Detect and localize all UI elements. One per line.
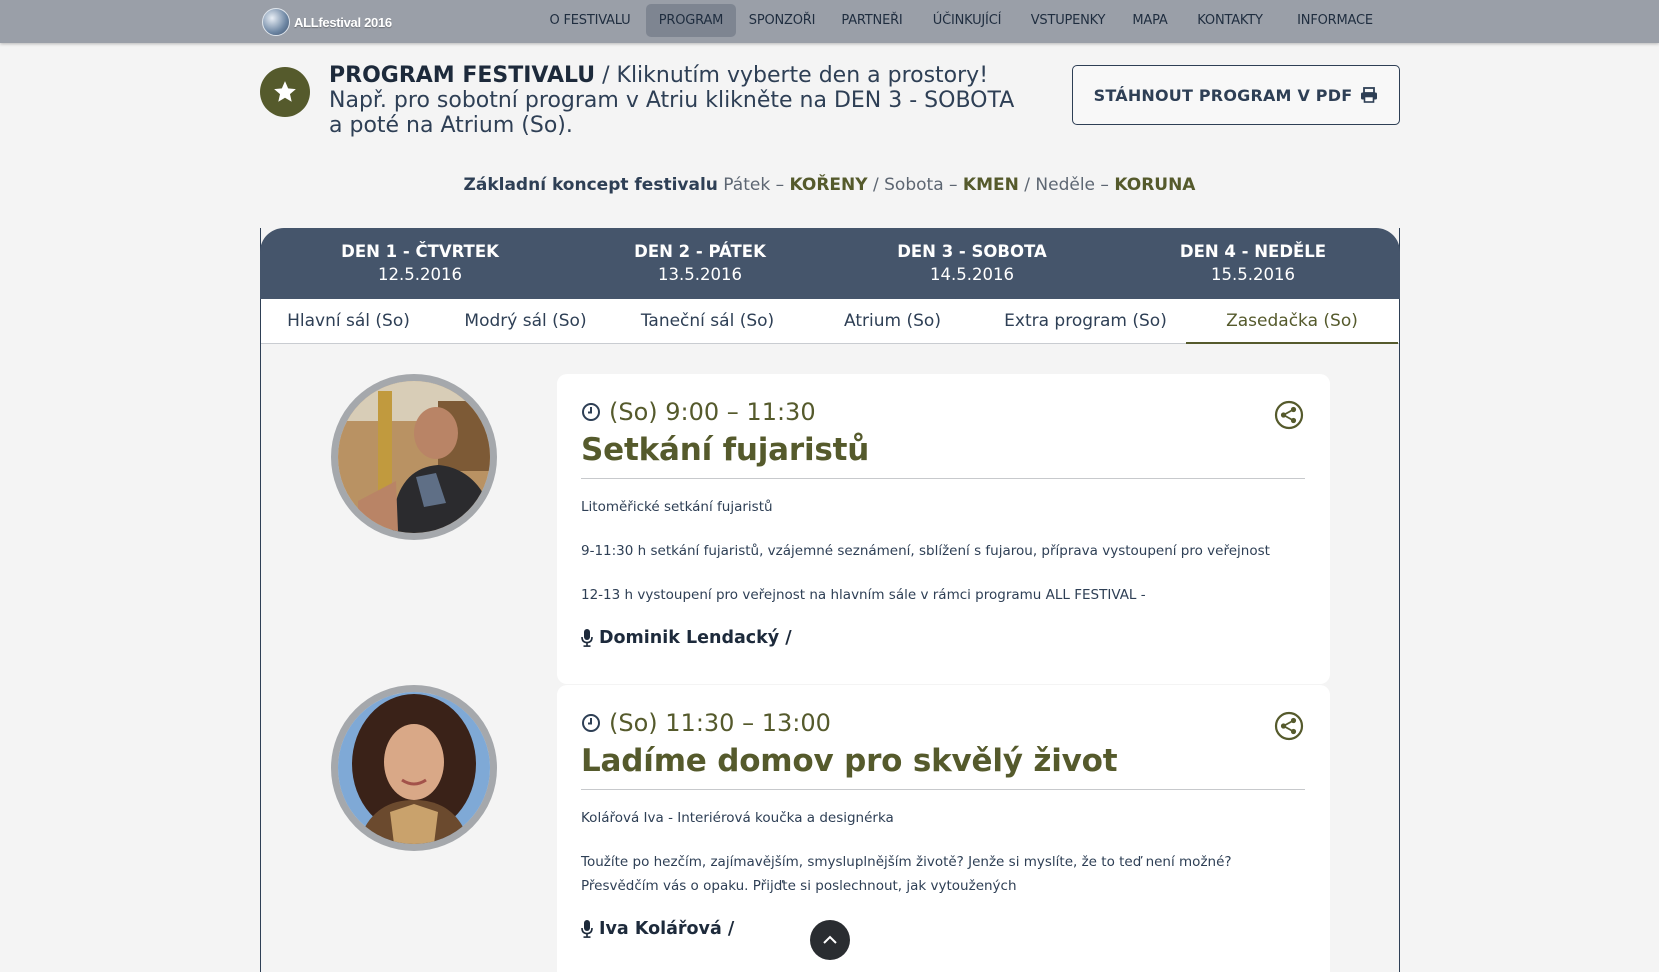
header-subtitle-1: Kliknutím vyberte den a prostory!: [616, 63, 989, 88]
event-description: 12-13 h vystoupení pro veřejnost na hlav…: [581, 587, 1146, 603]
event-time-text: (So) 11:30 – 13:00: [609, 709, 831, 737]
page-header: PROGRAM FESTIVALU / Kliknutím vyberte de…: [329, 63, 1029, 138]
tab-day-3[interactable]: DEN 3 - SOBOTA 14.5.2016: [852, 240, 1092, 286]
event-speaker-name: Iva Kolářová /: [599, 919, 735, 939]
tab-room-tanecni-sal[interactable]: Taneční sál (So): [615, 299, 800, 344]
tab-day-2[interactable]: DEN 2 - PÁTEK 13.5.2016: [580, 240, 820, 286]
divider: [581, 789, 1305, 790]
event-speaker[interactable]: Iva Kolářová /: [581, 919, 734, 939]
nav-item-program[interactable]: PROGRAM: [646, 4, 736, 37]
speaker-avatar: [331, 374, 497, 540]
speaker-photo: [338, 381, 490, 533]
star-badge: [260, 67, 310, 117]
header-line-1: PROGRAM FESTIVALU / Kliknutím vyberte de…: [329, 63, 1029, 88]
concept-dash-1: –: [770, 175, 790, 195]
printer-icon: [1361, 87, 1378, 103]
concept-dash-2: –: [943, 175, 963, 195]
nav-item-o-festivalu[interactable]: O FESTIVALU: [542, 7, 638, 40]
event-description: Toužíte po hezčím, zajímavějším, smyslup…: [581, 854, 1232, 870]
event-description: Kolářová Iva - Interiérová koučka a desi…: [581, 810, 894, 826]
event-time: (So) 11:30 – 13:00: [581, 709, 831, 737]
microphone-icon: [581, 629, 593, 647]
scroll-top-button[interactable]: [810, 920, 850, 960]
day-4-name: DEN 4 - NEDĚLE: [1179, 242, 1327, 261]
room-tabs: Hlavní sál (So) Modrý sál (So) Taneční s…: [261, 299, 1399, 344]
nav-item-kontakty[interactable]: KONTAKTY: [1188, 7, 1272, 40]
tab-day-4[interactable]: DEN 4 - NEDĚLE 15.5.2016: [1133, 240, 1373, 286]
share-icon[interactable]: [1274, 711, 1304, 741]
concept-lead: Základní koncept festivalu: [463, 175, 718, 195]
tab-room-hlavni-sal[interactable]: Hlavní sál (So): [261, 299, 436, 344]
speaker-photo: [338, 692, 490, 844]
star-icon: [274, 81, 296, 102]
event-title: Ladíme domov pro skvělý život: [581, 743, 1118, 779]
day-1-date: 12.5.2016: [378, 265, 462, 284]
nav-item-informace[interactable]: INFORMACE: [1288, 7, 1382, 40]
concept-day-2: Sobota: [884, 175, 944, 195]
tab-day-1[interactable]: DEN 1 - ČTVRTEK 12.5.2016: [300, 240, 540, 286]
tab-room-zasedacka[interactable]: Zasedačka (So): [1186, 299, 1398, 344]
concept-slash-2: /: [1018, 175, 1036, 195]
concept-day-1: Pátek: [723, 175, 771, 195]
header-separator: /: [595, 63, 617, 88]
nav-item-mapa[interactable]: MAPA: [1128, 7, 1172, 40]
share-icon[interactable]: [1274, 400, 1304, 430]
day-4-date: 15.5.2016: [1211, 265, 1295, 284]
page-title: PROGRAM FESTIVALU: [329, 63, 596, 88]
day-2-name: DEN 2 - PÁTEK: [634, 242, 766, 261]
tab-room-modry-sal[interactable]: Modrý sál (So): [436, 299, 615, 344]
nav-item-vstupenky[interactable]: VSTUPENKY: [1024, 7, 1112, 40]
concept-root-2: KMEN: [962, 175, 1019, 195]
day-tabs: DEN 1 - ČTVRTEK 12.5.2016 DEN 2 - PÁTEK …: [260, 228, 1400, 299]
clock-icon: [582, 403, 600, 421]
tab-room-extra-program[interactable]: Extra program (So): [985, 299, 1186, 344]
event-card: (So) 9:00 – 11:30 Setkání fujaristů Lito…: [557, 374, 1330, 684]
concept-slash-1: /: [867, 175, 885, 195]
event-speaker-name: Dominik Lendacký /: [599, 628, 792, 648]
concept-day-3: Neděle: [1035, 175, 1096, 195]
festival-logo[interactable]: ALLfestival 2016: [262, 8, 392, 36]
event-description: Litoměřické setkání fujaristů: [581, 499, 773, 515]
concept-root-1: KOŘENY: [789, 175, 868, 195]
header-subtitle-2: Např. pro sobotní program v Atriu klikně…: [329, 88, 1015, 113]
download-pdf-button[interactable]: STÁHNOUT PROGRAM V PDF: [1072, 65, 1400, 125]
tab-room-atrium[interactable]: Atrium (So): [800, 299, 985, 344]
concept-root-3: KORUNA: [1114, 175, 1196, 195]
globe-icon: [262, 8, 290, 36]
microphone-icon: [581, 920, 593, 938]
nav-item-ucinkujici[interactable]: ÚČINKUJÍCÍ: [926, 7, 1008, 40]
chevron-up-icon: [823, 935, 837, 944]
event-title: Setkání fujaristů: [581, 432, 870, 468]
event-time-text: (So) 9:00 – 11:30: [609, 398, 816, 426]
clock-icon: [582, 714, 600, 732]
day-1-name: DEN 1 - ČTVRTEK: [341, 242, 499, 261]
event-time: (So) 9:00 – 11:30: [581, 398, 816, 426]
nav-item-sponzori[interactable]: SPONZOŘI: [746, 7, 818, 40]
logo-text: ALLfestival 2016: [294, 14, 392, 30]
event-description: Přesvědčím vás o opaku. Přijďte si posle…: [581, 878, 1017, 894]
download-pdf-label: STÁHNOUT PROGRAM V PDF: [1093, 85, 1353, 105]
festival-concept: Základní koncept festivalu Pátek – KOŘEN…: [0, 175, 1659, 195]
day-3-date: 14.5.2016: [930, 265, 1014, 284]
speaker-avatar: [331, 685, 497, 851]
divider: [581, 478, 1305, 479]
day-3-name: DEN 3 - SOBOTA: [897, 242, 1047, 261]
header-subtitle-3: a poté na Atrium (So).: [329, 113, 573, 138]
nav-item-partneri[interactable]: PARTNEŘI: [834, 7, 910, 40]
event-description: 9-11:30 h setkání fujaristů, vzájemné se…: [581, 543, 1270, 559]
top-navbar: ALLfestival 2016 O FESTIVALU PROGRAM SPO…: [0, 0, 1659, 43]
concept-dash-3: –: [1095, 175, 1115, 195]
event-speaker[interactable]: Dominik Lendacký /: [581, 628, 792, 648]
day-2-date: 13.5.2016: [658, 265, 742, 284]
event-card: (So) 11:30 – 13:00 Ladíme domov pro skvě…: [557, 685, 1330, 972]
